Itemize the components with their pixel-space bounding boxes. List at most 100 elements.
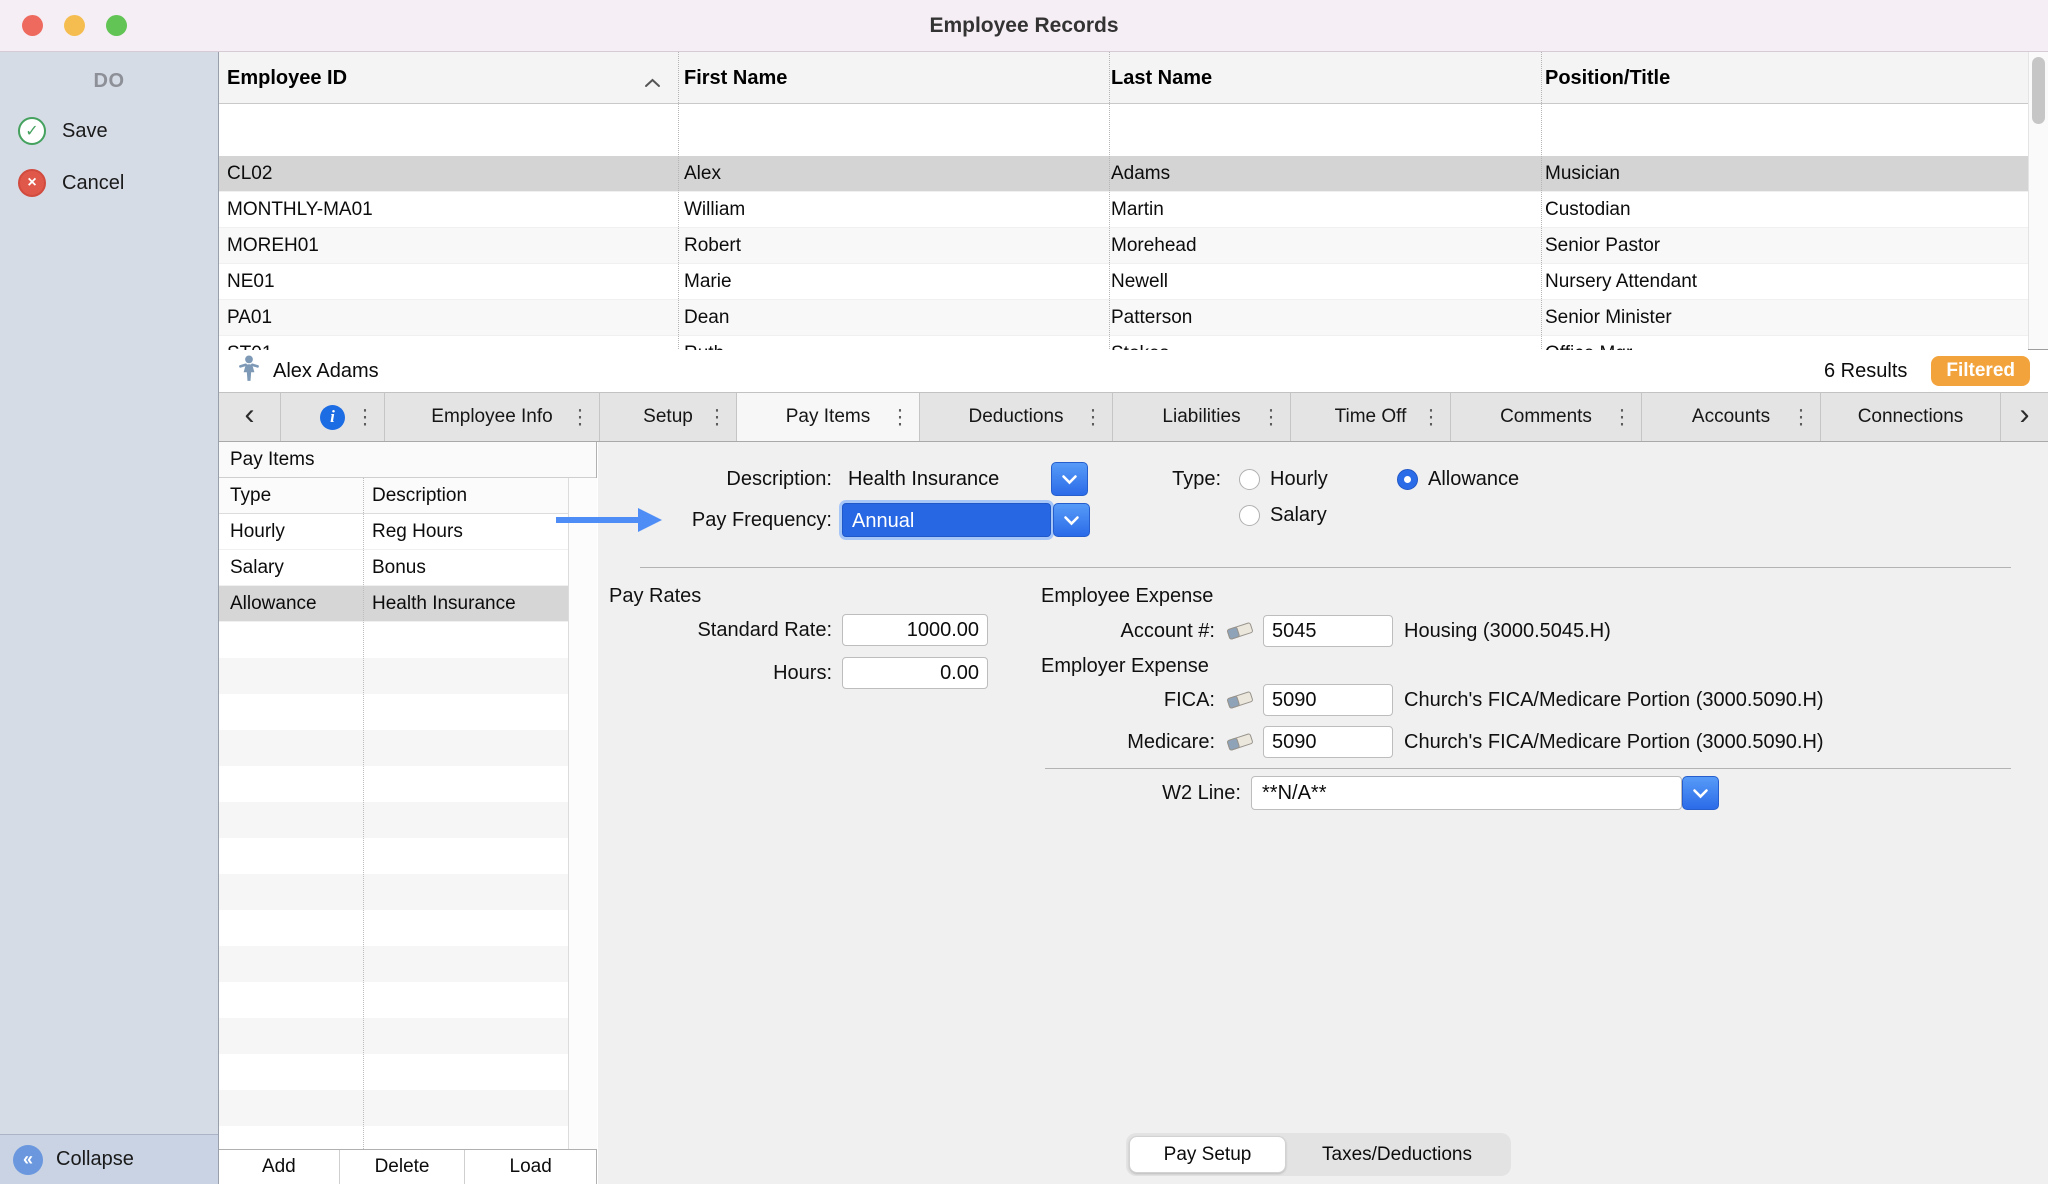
table-row-ne01[interactable]: NE01 Marie Newell Nursery Attendant <box>219 264 2028 300</box>
hours-input[interactable] <box>842 657 988 689</box>
column-header-employee-id[interactable]: Employee ID <box>227 52 347 104</box>
tab-deductions[interactable]: Deductions ⋮ <box>920 393 1113 441</box>
type-hourly-label[interactable]: Hourly <box>1270 462 1328 496</box>
tab-overflow-icon[interactable]: ⋮ <box>570 405 590 430</box>
tab-overflow-icon[interactable]: ⋮ <box>355 405 375 430</box>
tab-label: Time Off <box>1335 406 1407 428</box>
column-header-first-name[interactable]: First Name <box>684 52 787 104</box>
tab-info[interactable]: i ⋮ <box>281 393 385 441</box>
pay-items-panel-title: Pay Items <box>219 442 596 478</box>
type-salary-label[interactable]: Salary <box>1270 498 1327 532</box>
type-radio-salary[interactable] <box>1239 505 1260 526</box>
cell-employee-id: NE01 <box>227 264 275 300</box>
tab-accounts[interactable]: Accounts ⋮ <box>1642 393 1821 441</box>
eraser-icon[interactable] <box>1225 687 1255 719</box>
cell-last-name: Morehead <box>1111 228 1197 264</box>
w2-line-dropdown-value[interactable]: **N/A** <box>1251 776 1682 810</box>
medicare-description: Church's FICA/Medicare Portion (3000.509… <box>1404 725 1824 759</box>
table-row-cl02[interactable]: CL02 Alex Adams Musician <box>219 156 2028 192</box>
tab-liabilities[interactable]: Liabilities ⋮ <box>1113 393 1291 441</box>
tab-connections[interactable]: Connections <box>1821 393 2001 441</box>
w2-line-dropdown-button[interactable] <box>1682 776 1719 810</box>
cell-last-name: Adams <box>1111 156 1170 192</box>
tabs-scroll-left-button[interactable]: ‹ <box>219 393 281 441</box>
description-dropdown-value[interactable]: Health Insurance <box>842 462 1042 496</box>
eraser-icon[interactable] <box>1225 729 1255 761</box>
tabs-scroll-right-button[interactable]: › <box>2001 393 2048 441</box>
results-count: 6 Results <box>1824 360 1907 383</box>
table-row-monthly-ma01[interactable]: MONTHLY-MA01 William Martin Custodian <box>219 192 2028 228</box>
employee-table: Employee ID First Name Last Name Positio… <box>219 52 2048 350</box>
pay-items-empty-rows <box>219 622 568 1149</box>
segment-taxes-deductions[interactable]: Taxes/Deductions <box>1286 1136 1508 1173</box>
pay-item-row-hourly[interactable]: Hourly Reg Hours <box>219 514 568 550</box>
section-divider <box>1045 768 2011 769</box>
column-header-position-title[interactable]: Position/Title <box>1545 52 1670 104</box>
employee-expense-title: Employee Expense <box>1041 579 1213 613</box>
filtered-badge[interactable]: Filtered <box>1931 356 2030 386</box>
pay-items-actions: Add Delete Load <box>219 1149 596 1184</box>
segment-pay-setup[interactable]: Pay Setup <box>1129 1136 1286 1173</box>
delete-button[interactable]: Delete <box>340 1150 466 1184</box>
tab-comments[interactable]: Comments ⋮ <box>1451 393 1642 441</box>
description-dropdown-button[interactable] <box>1051 462 1088 496</box>
tab-overflow-icon[interactable]: ⋮ <box>707 405 727 430</box>
hours-label: Hours: <box>618 656 832 690</box>
pay-items-scrollbar-track[interactable] <box>568 478 597 1149</box>
pay-item-row-salary[interactable]: Salary Bonus <box>219 550 568 586</box>
chevron-down-icon <box>1063 515 1080 526</box>
tab-overflow-icon[interactable]: ⋮ <box>1791 405 1811 430</box>
pay-item-row-allowance[interactable]: Allowance Health Insurance <box>219 586 568 622</box>
tab-label: Employee Info <box>431 406 552 428</box>
column-header-last-name[interactable]: Last Name <box>1111 52 1212 104</box>
cancel-x-icon: × <box>18 169 46 197</box>
tab-time-off[interactable]: Time Off ⋮ <box>1291 393 1451 441</box>
chevron-down-icon <box>1692 788 1709 799</box>
pay-item-type: Hourly <box>230 514 285 550</box>
tab-overflow-icon[interactable]: ⋮ <box>1421 405 1441 430</box>
type-radio-allowance[interactable] <box>1397 469 1418 490</box>
medicare-account-input[interactable] <box>1263 726 1393 758</box>
column-divider <box>1109 52 1110 349</box>
load-button[interactable]: Load <box>465 1150 596 1184</box>
type-radio-hourly[interactable] <box>1239 469 1260 490</box>
window-title: Employee Records <box>929 14 1118 38</box>
add-button[interactable]: Add <box>219 1150 340 1184</box>
scrollbar-thumb[interactable] <box>2032 57 2045 124</box>
pay-frequency-dropdown-value[interactable]: Annual <box>842 503 1051 537</box>
current-employee-name: Alex Adams <box>273 360 379 383</box>
account-number-input[interactable] <box>1263 615 1393 647</box>
cell-position: Custodian <box>1545 192 1631 228</box>
cell-position: Senior Minister <box>1545 300 1672 336</box>
tab-overflow-icon[interactable]: ⋮ <box>1261 405 1281 430</box>
tab-overflow-icon[interactable]: ⋮ <box>1083 405 1103 430</box>
tab-overflow-icon[interactable]: ⋮ <box>890 405 910 430</box>
fica-account-input[interactable] <box>1263 684 1393 716</box>
column-header-description[interactable]: Description <box>372 478 467 514</box>
tab-employee-info[interactable]: Employee Info ⋮ <box>385 393 600 441</box>
table-row-moreh01[interactable]: MOREH01 Robert Morehead Senior Pastor <box>219 228 2028 264</box>
cancel-button[interactable]: × Cancel <box>0 165 218 201</box>
detail-tab-bar: ‹ i ⋮ Employee Info ⋮ Setup ⋮ Pay Items … <box>219 392 2048 442</box>
close-window-button[interactable] <box>22 15 43 36</box>
tab-setup[interactable]: Setup ⋮ <box>600 393 737 441</box>
type-allowance-label[interactable]: Allowance <box>1428 462 1519 496</box>
pay-frequency-dropdown-button[interactable] <box>1053 503 1090 537</box>
cancel-label: Cancel <box>62 172 124 195</box>
column-header-type[interactable]: Type <box>230 478 271 514</box>
standard-rate-label: Standard Rate: <box>618 613 832 647</box>
table-row-pa01[interactable]: PA01 Dean Patterson Senior Minister <box>219 300 2028 336</box>
cell-position: Senior Pastor <box>1545 228 1660 264</box>
standard-rate-input[interactable] <box>842 614 988 646</box>
collapse-button[interactable]: « Collapse <box>0 1134 218 1184</box>
eraser-icon[interactable] <box>1225 618 1255 650</box>
table-scrollbar[interactable] <box>2028 52 2048 349</box>
zoom-window-button[interactable] <box>106 15 127 36</box>
save-button[interactable]: ✓ Save <box>0 113 218 149</box>
description-label: Description: <box>600 462 832 496</box>
bottom-segmented-control: Pay Setup Taxes/Deductions <box>1126 1133 1511 1176</box>
tab-label: Liabilities <box>1162 406 1240 428</box>
tab-pay-items[interactable]: Pay Items ⋮ <box>737 393 920 441</box>
minimize-window-button[interactable] <box>64 15 85 36</box>
tab-overflow-icon[interactable]: ⋮ <box>1612 405 1632 430</box>
